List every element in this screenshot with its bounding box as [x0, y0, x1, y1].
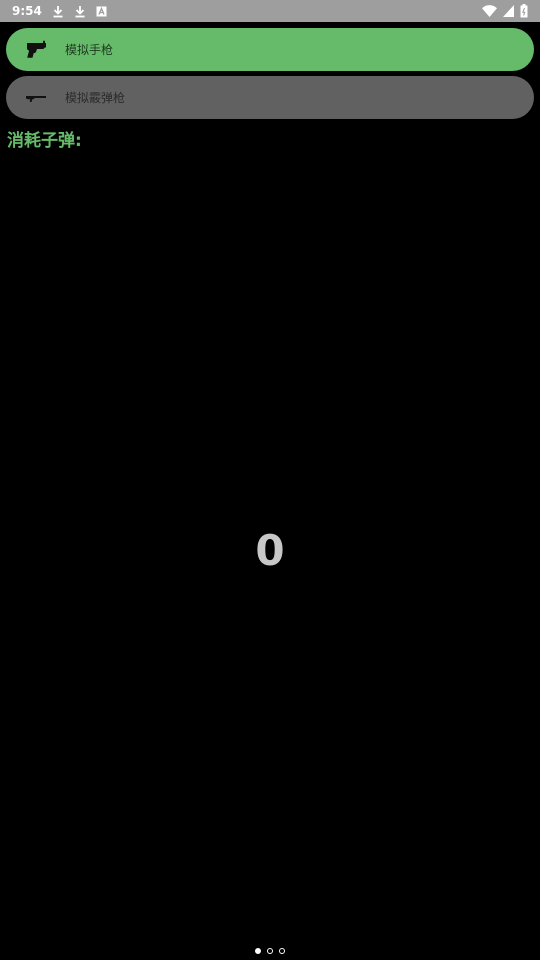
page-dot-3[interactable] — [279, 948, 285, 954]
download-icon — [52, 5, 64, 18]
bullet-counter: 0 — [255, 526, 285, 575]
status-right — [482, 3, 528, 19]
shotgun-icon — [24, 86, 48, 110]
a-notification-icon — [96, 6, 107, 17]
status-left: 9:54 — [12, 3, 107, 19]
status-time: 9:54 — [12, 4, 42, 18]
page-indicator — [0, 945, 540, 957]
shotgun-label: 模拟霰弹枪 — [65, 91, 126, 105]
battery-icon — [520, 4, 528, 18]
wifi-icon — [482, 5, 497, 17]
handgun-icon — [24, 38, 48, 62]
handgun-option[interactable]: 模拟手枪 — [6, 28, 534, 71]
page-dot-2[interactable] — [267, 948, 273, 954]
status-bar: 9:54 — [0, 0, 540, 22]
page-dot-1[interactable] — [255, 948, 261, 954]
handgun-label: 模拟手枪 — [65, 43, 114, 57]
cellular-signal-icon — [503, 5, 514, 17]
download-icon — [74, 5, 86, 18]
shotgun-option[interactable]: 模拟霰弹枪 — [6, 76, 534, 119]
bullets-consumed-label: 消耗子弹: — [7, 131, 82, 151]
